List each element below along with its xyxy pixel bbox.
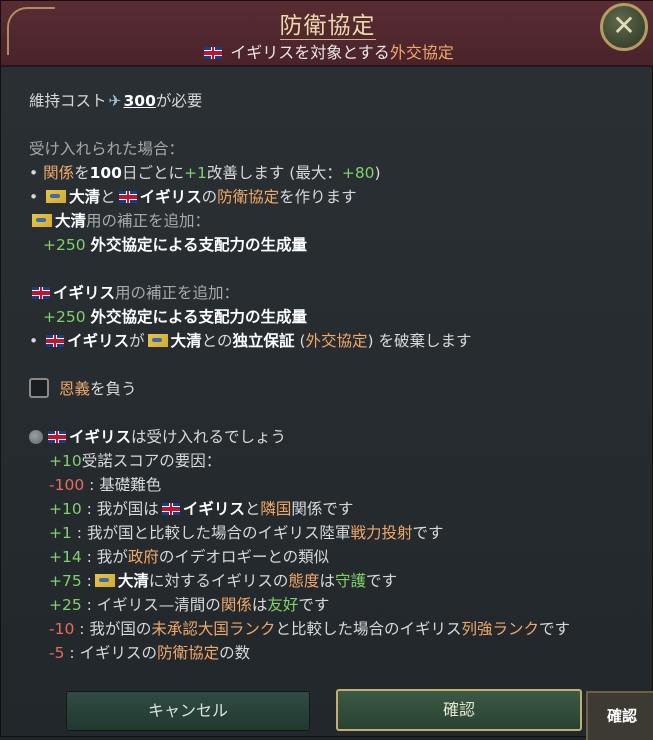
factor-text: : 我が国と比較した場合のイギリス陸軍: [76, 524, 351, 542]
acceptance-factor: +10 : 我が国は イギリスと隣国関係です: [29, 497, 632, 521]
acceptance-factor: -100 : 基礎難色: [29, 473, 632, 497]
create-pact-effect: • 大清と イギリスの防衛協定を作ります: [29, 188, 357, 206]
factor-value: -10: [49, 620, 75, 638]
cost-amount[interactable]: 300: [124, 92, 156, 110]
cancel-button[interactable]: キャンセル: [66, 691, 310, 731]
factor-text: 隣国: [260, 500, 292, 518]
factor-text: 列強ランク: [461, 620, 539, 638]
qing-flag-icon: [32, 214, 52, 227]
factor-text: 関係: [220, 596, 252, 614]
factor-text: です: [412, 524, 444, 542]
uk-flag-icon: [118, 191, 137, 203]
factor-text: イギリス: [182, 500, 245, 518]
factor-text: の数: [219, 644, 251, 662]
acceptance-summary: イギリスは受け入れるでしょう: [29, 425, 632, 449]
acceptance-factor: +14 : 我が政府のイデオロギーとの類似: [29, 545, 632, 569]
factor-text: です: [365, 572, 397, 590]
acceptance-factor: +25 : イギリス—清間の関係は友好です: [29, 593, 632, 617]
factor-value: +75: [49, 572, 82, 590]
acceptance-factor: +1 : 我が国と比較した場合のイギリス陸軍戦力投射です: [29, 521, 632, 545]
qing-flag-icon: [46, 190, 67, 203]
factor-text: 態度: [288, 572, 320, 590]
close-icon[interactable]: ✕: [600, 3, 648, 51]
acceptance-factor: +75 : 大清に対するイギリスの態度は守護です: [29, 569, 632, 593]
factor-text: と比較した場合のイギリス: [275, 620, 462, 638]
factor-value: +25: [49, 596, 82, 614]
influence-icon: ✈: [108, 92, 122, 110]
uk-flag-icon: [161, 503, 180, 515]
uk-modifier-heading: イギリス用の補正を追加：: [29, 281, 632, 305]
qing-flag-icon: [94, 574, 115, 587]
factor-text: :: [86, 572, 92, 590]
defense-pact-dialog: 防衛協定 イギリスを対象とする外交協定 ✕ 維持コスト ✈ 300が必要 受け入れら…: [0, 0, 653, 740]
factor-text: と: [244, 500, 261, 518]
factor-text: 戦力投射: [350, 524, 413, 542]
maintenance-cost: 維持コスト ✈ 300が必要: [29, 89, 632, 113]
factor-value: -5: [49, 644, 65, 662]
obligation-checkbox[interactable]: [29, 378, 49, 398]
factor-text: です: [298, 596, 330, 614]
factor-value: -100: [49, 476, 85, 494]
factor-text: に対するイギリスの: [148, 572, 289, 590]
acceptance-factor: -5 : イギリスの防衛協定の数: [29, 641, 632, 665]
dialog-subtitle: イギリスを対象とする外交協定: [1, 39, 653, 63]
qing-modifier-heading: 大清用の補正を追加：: [29, 209, 632, 233]
factor-text: は: [319, 572, 335, 590]
factor-value: +10: [49, 500, 82, 518]
dialog-header: 防衛協定 イギリスを対象とする外交協定 ✕: [1, 1, 653, 67]
factor-text: : 我が: [86, 548, 128, 566]
uk-flag-icon: [204, 47, 223, 59]
factor-text: : 我が国は: [86, 500, 159, 518]
qing-flag-icon: [147, 334, 168, 347]
factor-text: : 基礎難色: [89, 476, 162, 494]
factor-text: は: [251, 596, 268, 614]
accepted-heading: 受け入れられた場合：: [29, 140, 185, 158]
uk-flag-icon: [48, 431, 66, 443]
factor-text: です: [538, 620, 570, 638]
acceptance-factor: -10 : 我が国の未承認大国ランクと比較した場合のイギリス列強ランクです: [29, 617, 632, 641]
factor-text: 未承認大国ランク: [151, 620, 276, 638]
factor-text: 防衛協定: [157, 644, 220, 662]
factor-text: 友好: [267, 596, 299, 614]
uk-flag-icon: [46, 335, 65, 347]
factor-text: 大清: [117, 572, 149, 590]
uk-flag-icon: [32, 287, 50, 299]
obligation-option[interactable]: 恩義を負う: [29, 377, 632, 401]
dialog-body: 維持コスト ✈ 300が必要 受け入れられた場合： • 関係を100日ごとに+1改善…: [29, 89, 632, 665]
qing-modifier: +250 外交協定による支配力の生成量: [43, 236, 308, 254]
factor-text: : イギリスの: [69, 644, 158, 662]
factor-text: 政府: [127, 548, 159, 566]
acceptance-factor-list: -100 : 基礎難色 +10 : 我が国は イギリスと隣国関係です +1 : 我が国…: [29, 473, 632, 665]
confirm-hotkey-button[interactable]: 確認: [586, 691, 653, 740]
break-guarantee-effect: • イギリスが 大清との独立保証 (外交協定) を破棄します: [29, 332, 472, 350]
dialog-title: 防衛協定: [279, 13, 376, 40]
factor-text: : イギリス—清間の: [86, 596, 221, 614]
acceptance-score: +10受諾スコアの要因：: [49, 452, 222, 470]
uk-modifier: +250 外交協定による支配力の生成量: [43, 308, 308, 326]
opinion-icon: [29, 430, 43, 444]
relations-effect: • 関係を100日ごとに+1改善します (最大：+80): [29, 164, 381, 182]
factor-value: +1: [49, 524, 72, 542]
factor-text: 関係です: [291, 500, 354, 518]
confirm-button[interactable]: 確認: [336, 689, 582, 731]
factor-value: +14: [49, 548, 82, 566]
factor-text: : 我が国の: [79, 620, 152, 638]
factor-text: のイデオロギーとの類似: [158, 548, 330, 566]
factor-text: 守護: [334, 572, 366, 590]
